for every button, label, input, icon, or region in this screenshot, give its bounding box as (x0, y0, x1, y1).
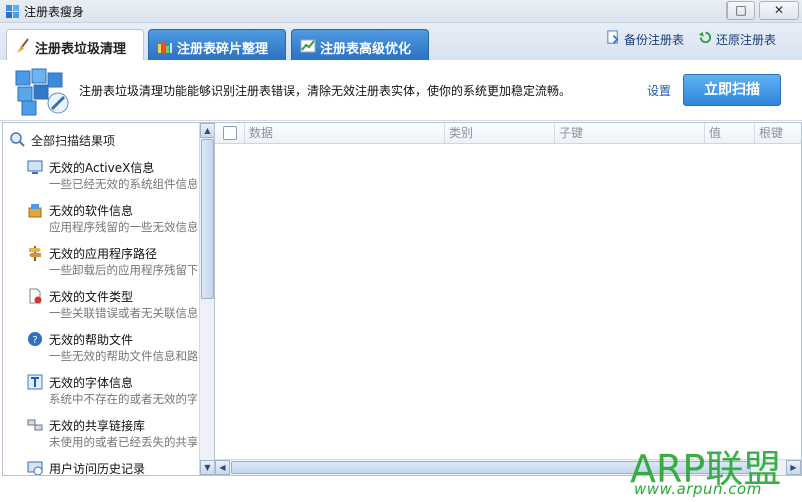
tab-label: 注册表碎片整理 (177, 42, 269, 57)
column-header-subkey[interactable]: 子键 (555, 123, 705, 143)
backup-registry-label: 备份注册表 (624, 33, 685, 47)
close-icon: ✕ (773, 3, 785, 17)
scroll-left-button[interactable]: ◀ (215, 460, 230, 475)
column-header-data[interactable]: 数据 (245, 123, 445, 143)
item-subtitle: 系统中不存在的或者无效的字 (49, 392, 197, 406)
defrag-icon (158, 41, 172, 53)
item-subtitle: 未使用的或者已经丢失的共享 (49, 435, 197, 449)
table-header: 数据 类别 子键 值 根键 (215, 123, 801, 144)
item-subtitle: 一些无效的帮助文件信息和路 (49, 349, 197, 363)
tab-bar: 注册表垃圾清理 注册表碎片整理 注册表高级优化 备份注册表 还原注册表 (0, 23, 802, 61)
results-table: 数据 类别 子键 值 根键 ◀ ▶ (214, 122, 802, 476)
tab-registry-defrag[interactable]: 注册表碎片整理 (148, 29, 286, 61)
column-header-category[interactable]: 类别 (445, 123, 555, 143)
select-all-cell (215, 123, 245, 143)
chevron-right-icon: ▶ (790, 463, 797, 472)
settings-link[interactable]: 设置 (647, 82, 671, 99)
column-header-value[interactable]: 值 (705, 123, 755, 143)
maximize-button[interactable]: □ (727, 1, 755, 20)
chevron-down-icon: ▼ (204, 463, 211, 472)
window-title: 注册表瘦身 (24, 5, 85, 19)
help-icon: ? (28, 332, 42, 346)
watermark-url: www.arpun.com (634, 480, 762, 498)
broom-icon (17, 38, 29, 53)
feature-header: 注册表垃圾清理功能能够识别注册表错误，清除无效注册表实体，使你的系统更加稳定流畅… (0, 60, 802, 121)
history-icon (27, 461, 43, 475)
scan-results-list: 全部扫描结果项 无效的ActiveX信息 一些已经无效的系统组件信息 无效的软件… (2, 122, 215, 476)
list-item[interactable]: 无效的ActiveX信息 一些已经无效的系统组件信息 (27, 157, 197, 197)
item-title: 无效的文件类型 (49, 290, 134, 304)
select-all-checkbox[interactable] (223, 126, 237, 140)
list-item[interactable]: 无效的文件类型 一些关联错误或者无关联信息 (27, 286, 197, 326)
chevron-left-icon: ◀ (219, 463, 226, 472)
restore-registry-label: 还原注册表 (716, 33, 777, 47)
item-subtitle: 应用程序残留的一些无效信息 (49, 220, 197, 234)
monitor-icon (27, 160, 43, 174)
svg-text:?: ? (32, 335, 37, 346)
column-header-rootkey[interactable]: 根键 (755, 123, 801, 143)
item-title: 无效的软件信息 (49, 204, 134, 218)
list-item[interactable]: 无效的应用程序路径 一些卸载后的应用程序残留下 (27, 243, 197, 283)
scrollbar-thumb[interactable] (201, 139, 214, 299)
tab-label: 注册表高级优化 (320, 42, 412, 57)
software-box-icon (28, 204, 42, 218)
chart-icon (300, 39, 316, 53)
list-item[interactable]: 无效的软件信息 应用程序残留的一些无效信息 (27, 200, 197, 240)
search-icon (10, 132, 25, 147)
registry-cubes-icon (15, 68, 69, 116)
signpost-icon (29, 246, 41, 261)
item-title: 无效的应用程序路径 (49, 247, 158, 261)
item-subtitle: 一些关联错误或者无关联信息 (49, 306, 197, 320)
file-error-icon (29, 288, 42, 304)
scroll-up-button[interactable]: ▲ (200, 123, 214, 138)
scroll-right-button[interactable]: ▶ (786, 460, 801, 475)
title-bar: 注册表瘦身 ▁ □ ✕ (0, 0, 802, 23)
restore-icon (698, 31, 712, 44)
list-item[interactable]: ? 无效的帮助文件 一些无效的帮助文件信息和路 (27, 329, 197, 369)
tab-registry-advanced[interactable]: 注册表高级优化 (291, 29, 429, 61)
app-icon (6, 5, 19, 18)
list-item[interactable]: 无效的共享链接库 未使用的或者已经丢失的共享 (27, 415, 197, 455)
results-scrollbar[interactable]: ▲ ▼ (199, 123, 214, 475)
feature-description: 注册表垃圾清理功能能够识别注册表错误，清除无效注册表实体，使你的系统更加稳定流畅… (79, 84, 572, 98)
all-results-label: 全部扫描结果项 (31, 134, 116, 148)
item-title: 无效的帮助文件 (49, 333, 134, 347)
close-button[interactable]: ✕ (759, 1, 799, 20)
scroll-down-button[interactable]: ▼ (200, 460, 214, 475)
font-icon (27, 374, 43, 390)
tab-label: 注册表垃圾清理 (35, 42, 127, 57)
backup-icon (607, 30, 619, 44)
item-title: 无效的字体信息 (49, 376, 134, 390)
list-item[interactable]: 无效的字体信息 系统中不存在的或者无效的字 (27, 372, 197, 412)
item-title: 无效的共享链接库 (49, 419, 146, 433)
item-title: 无效的ActiveX信息 (49, 161, 155, 175)
item-subtitle: 一些已经无效的系统组件信息 (49, 177, 197, 191)
scan-now-button[interactable]: 立即扫描 (683, 74, 781, 106)
item-title: 用户访问历史记录 (49, 462, 146, 476)
list-item[interactable]: 用户访问历史记录 (27, 458, 197, 476)
item-subtitle: 一些卸载后的应用程序残留下 (49, 263, 197, 277)
chevron-up-icon: ▲ (204, 126, 211, 135)
tab-registry-cleanup[interactable]: 注册表垃圾清理 (6, 29, 144, 61)
maximize-icon: □ (735, 3, 747, 17)
dll-icon (27, 419, 43, 431)
